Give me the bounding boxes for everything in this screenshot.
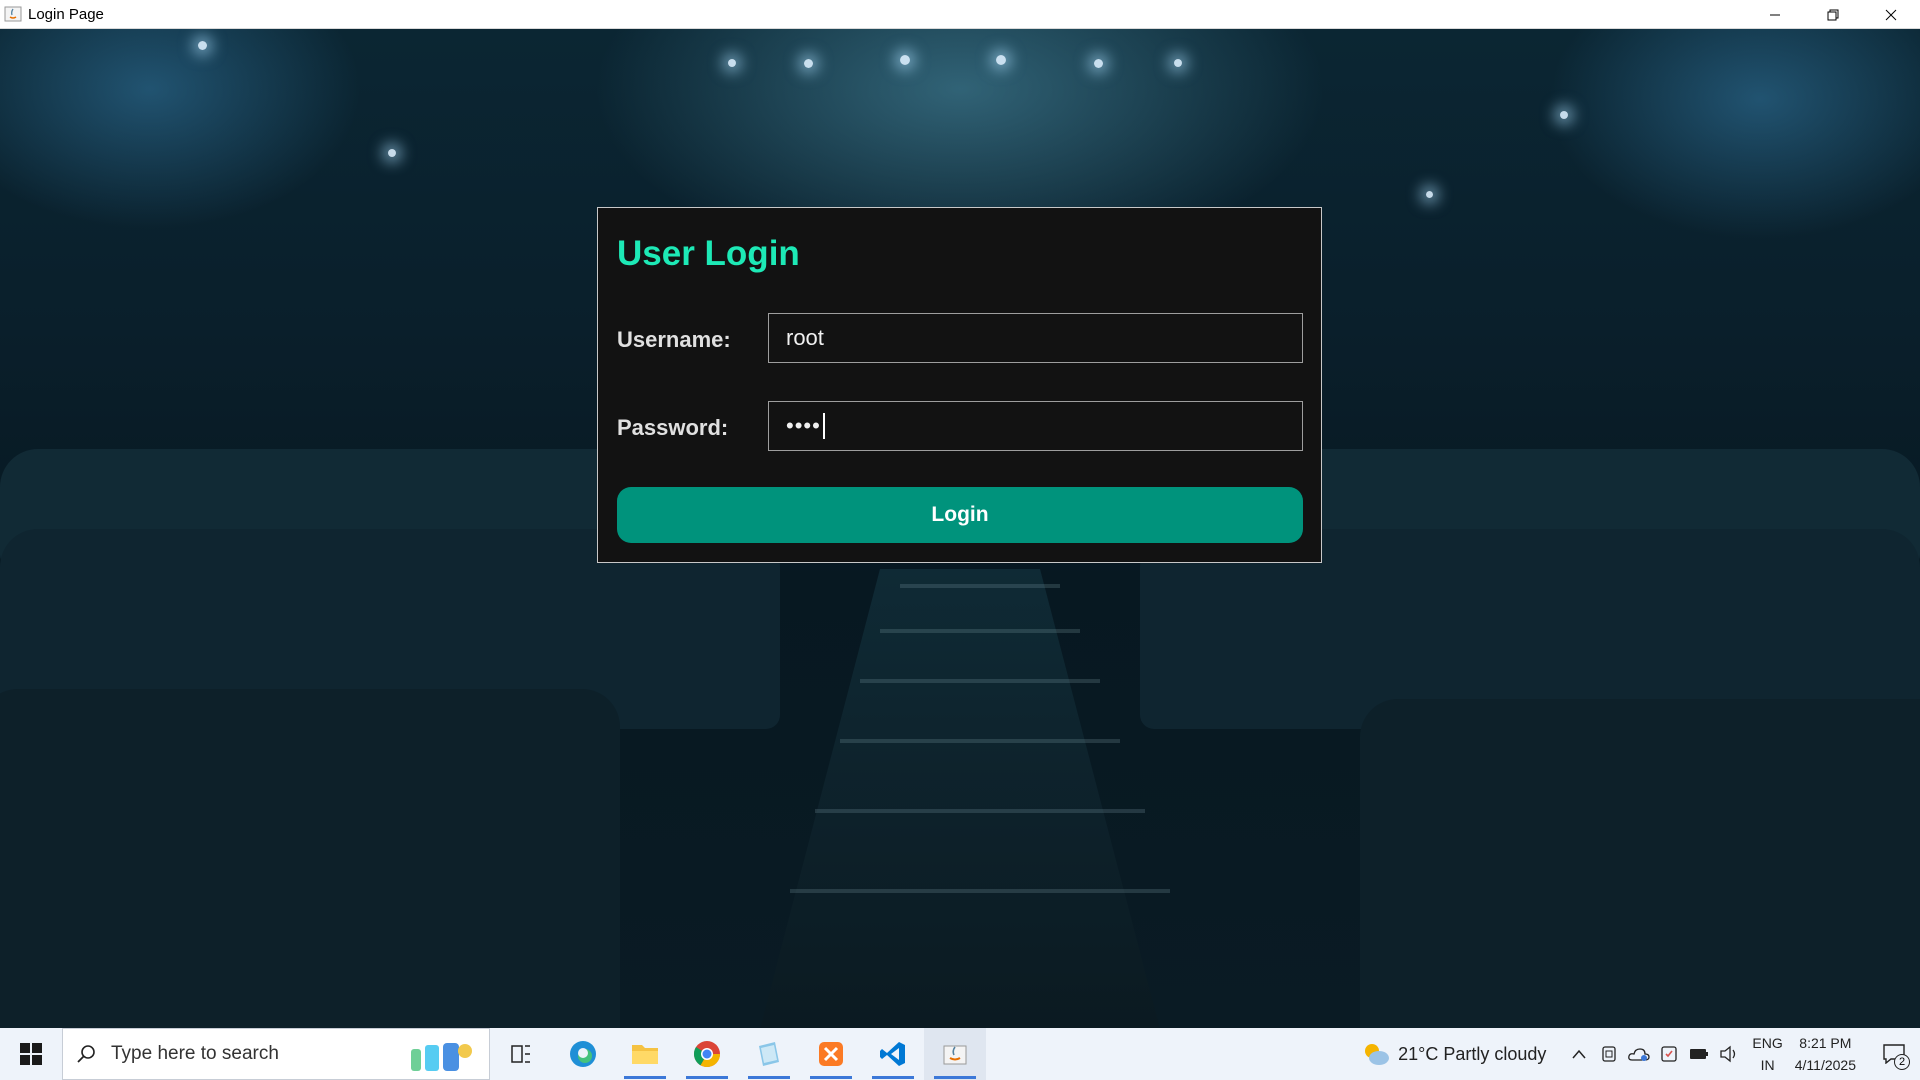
taskbar-file-explorer[interactable]	[614, 1028, 676, 1080]
window-title: Login Page	[28, 5, 104, 23]
xampp-icon	[819, 1042, 843, 1066]
stage-light	[1560, 111, 1568, 119]
windows-start-icon	[20, 1043, 42, 1065]
username-value: root	[786, 325, 824, 350]
weather-widget[interactable]: 21°C Partly cloudy	[1362, 1041, 1546, 1067]
taskbar-vscode[interactable]	[862, 1028, 924, 1080]
chevron-up-icon	[1572, 1049, 1586, 1059]
system-tray: 21°C Partly cloudy ENG IN 8:21 PM 4/11/2…	[1362, 1028, 1920, 1080]
tray-volume[interactable]	[1714, 1028, 1744, 1080]
stage-light	[198, 41, 207, 50]
minimize-button[interactable]	[1746, 0, 1804, 29]
restore-icon	[1827, 9, 1839, 20]
tray-battery[interactable]	[1684, 1028, 1714, 1080]
aisle-stairs	[760, 569, 1160, 1028]
stage-light	[388, 149, 396, 157]
close-icon	[1885, 9, 1897, 20]
language-line2: IN	[1760, 1057, 1775, 1073]
stage-light	[804, 59, 813, 68]
search-icon	[77, 1045, 95, 1063]
clock-date: 4/11/2025	[1794, 1057, 1856, 1073]
stage-light	[996, 55, 1006, 65]
login-title: User Login	[617, 234, 800, 273]
restore-button[interactable]	[1804, 0, 1862, 29]
stage-light	[1426, 191, 1433, 198]
notepad-icon	[759, 1042, 779, 1066]
partly-cloudy-icon	[1365, 1044, 1390, 1065]
weather-text: 21°C Partly cloudy	[1398, 1043, 1547, 1064]
taskbar-chrome[interactable]	[676, 1028, 738, 1080]
start-button[interactable]	[0, 1028, 62, 1080]
tray-onedrive[interactable]	[1624, 1028, 1654, 1080]
clock-time: 8:21 PM	[1799, 1035, 1852, 1051]
taskbar-xampp[interactable]	[800, 1028, 862, 1080]
close-button[interactable]	[1862, 0, 1920, 29]
shield-update-icon	[1661, 1046, 1678, 1062]
username-input[interactable]: root	[768, 313, 1303, 363]
minimize-icon	[1770, 14, 1780, 15]
text-caret	[822, 413, 825, 439]
battery-icon	[1690, 1049, 1709, 1059]
language-indicator[interactable]: ENG IN	[1752, 1032, 1782, 1076]
file-explorer-icon	[632, 1045, 658, 1064]
java-app-icon	[4, 6, 22, 22]
login-panel: User Login Username: root Password: ••••…	[597, 207, 1322, 563]
chrome-icon	[693, 1041, 721, 1068]
taskbar-java-app[interactable]	[924, 1028, 986, 1080]
edge-icon	[570, 1041, 596, 1067]
taskbar-clock[interactable]: 8:21 PM 4/11/2025	[1795, 1032, 1856, 1076]
password-label: Password:	[617, 415, 729, 440]
taskbar: Type here to search 21°C Partly cloudy E…	[0, 1028, 1920, 1080]
window-titlebar: Login Page	[0, 0, 1920, 29]
stage-light	[900, 55, 910, 65]
language-line1: ENG	[1752, 1035, 1783, 1051]
tray-security[interactable]	[1654, 1028, 1684, 1080]
username-label: Username:	[617, 327, 731, 352]
taskbar-search-box[interactable]: Type here to search	[62, 1028, 490, 1080]
search-placeholder: Type here to search	[111, 1043, 279, 1064]
device-icon	[1602, 1046, 1617, 1062]
password-masked-value: ••••	[786, 413, 821, 438]
task-view-icon	[511, 1045, 530, 1063]
task-view-button[interactable]	[490, 1028, 552, 1080]
tray-meet-now[interactable]	[1594, 1028, 1624, 1080]
java-icon	[943, 1045, 967, 1065]
search-highlight-icon	[411, 1043, 472, 1071]
speaker-icon	[1720, 1045, 1736, 1063]
stage-light	[1094, 59, 1103, 68]
vscode-icon	[880, 1042, 905, 1066]
onedrive-icon	[1628, 1048, 1651, 1061]
taskbar-edge[interactable]	[552, 1028, 614, 1080]
notification-count-badge: 2	[1894, 1054, 1910, 1070]
stage-light	[728, 59, 736, 67]
password-input[interactable]: ••••	[768, 401, 1303, 451]
stage-light	[1174, 59, 1182, 67]
show-hidden-icons-button[interactable]	[1564, 1028, 1594, 1080]
notification-center-button[interactable]: 2	[1874, 1028, 1914, 1080]
login-button[interactable]: Login	[617, 487, 1303, 543]
taskbar-notepad[interactable]	[738, 1028, 800, 1080]
